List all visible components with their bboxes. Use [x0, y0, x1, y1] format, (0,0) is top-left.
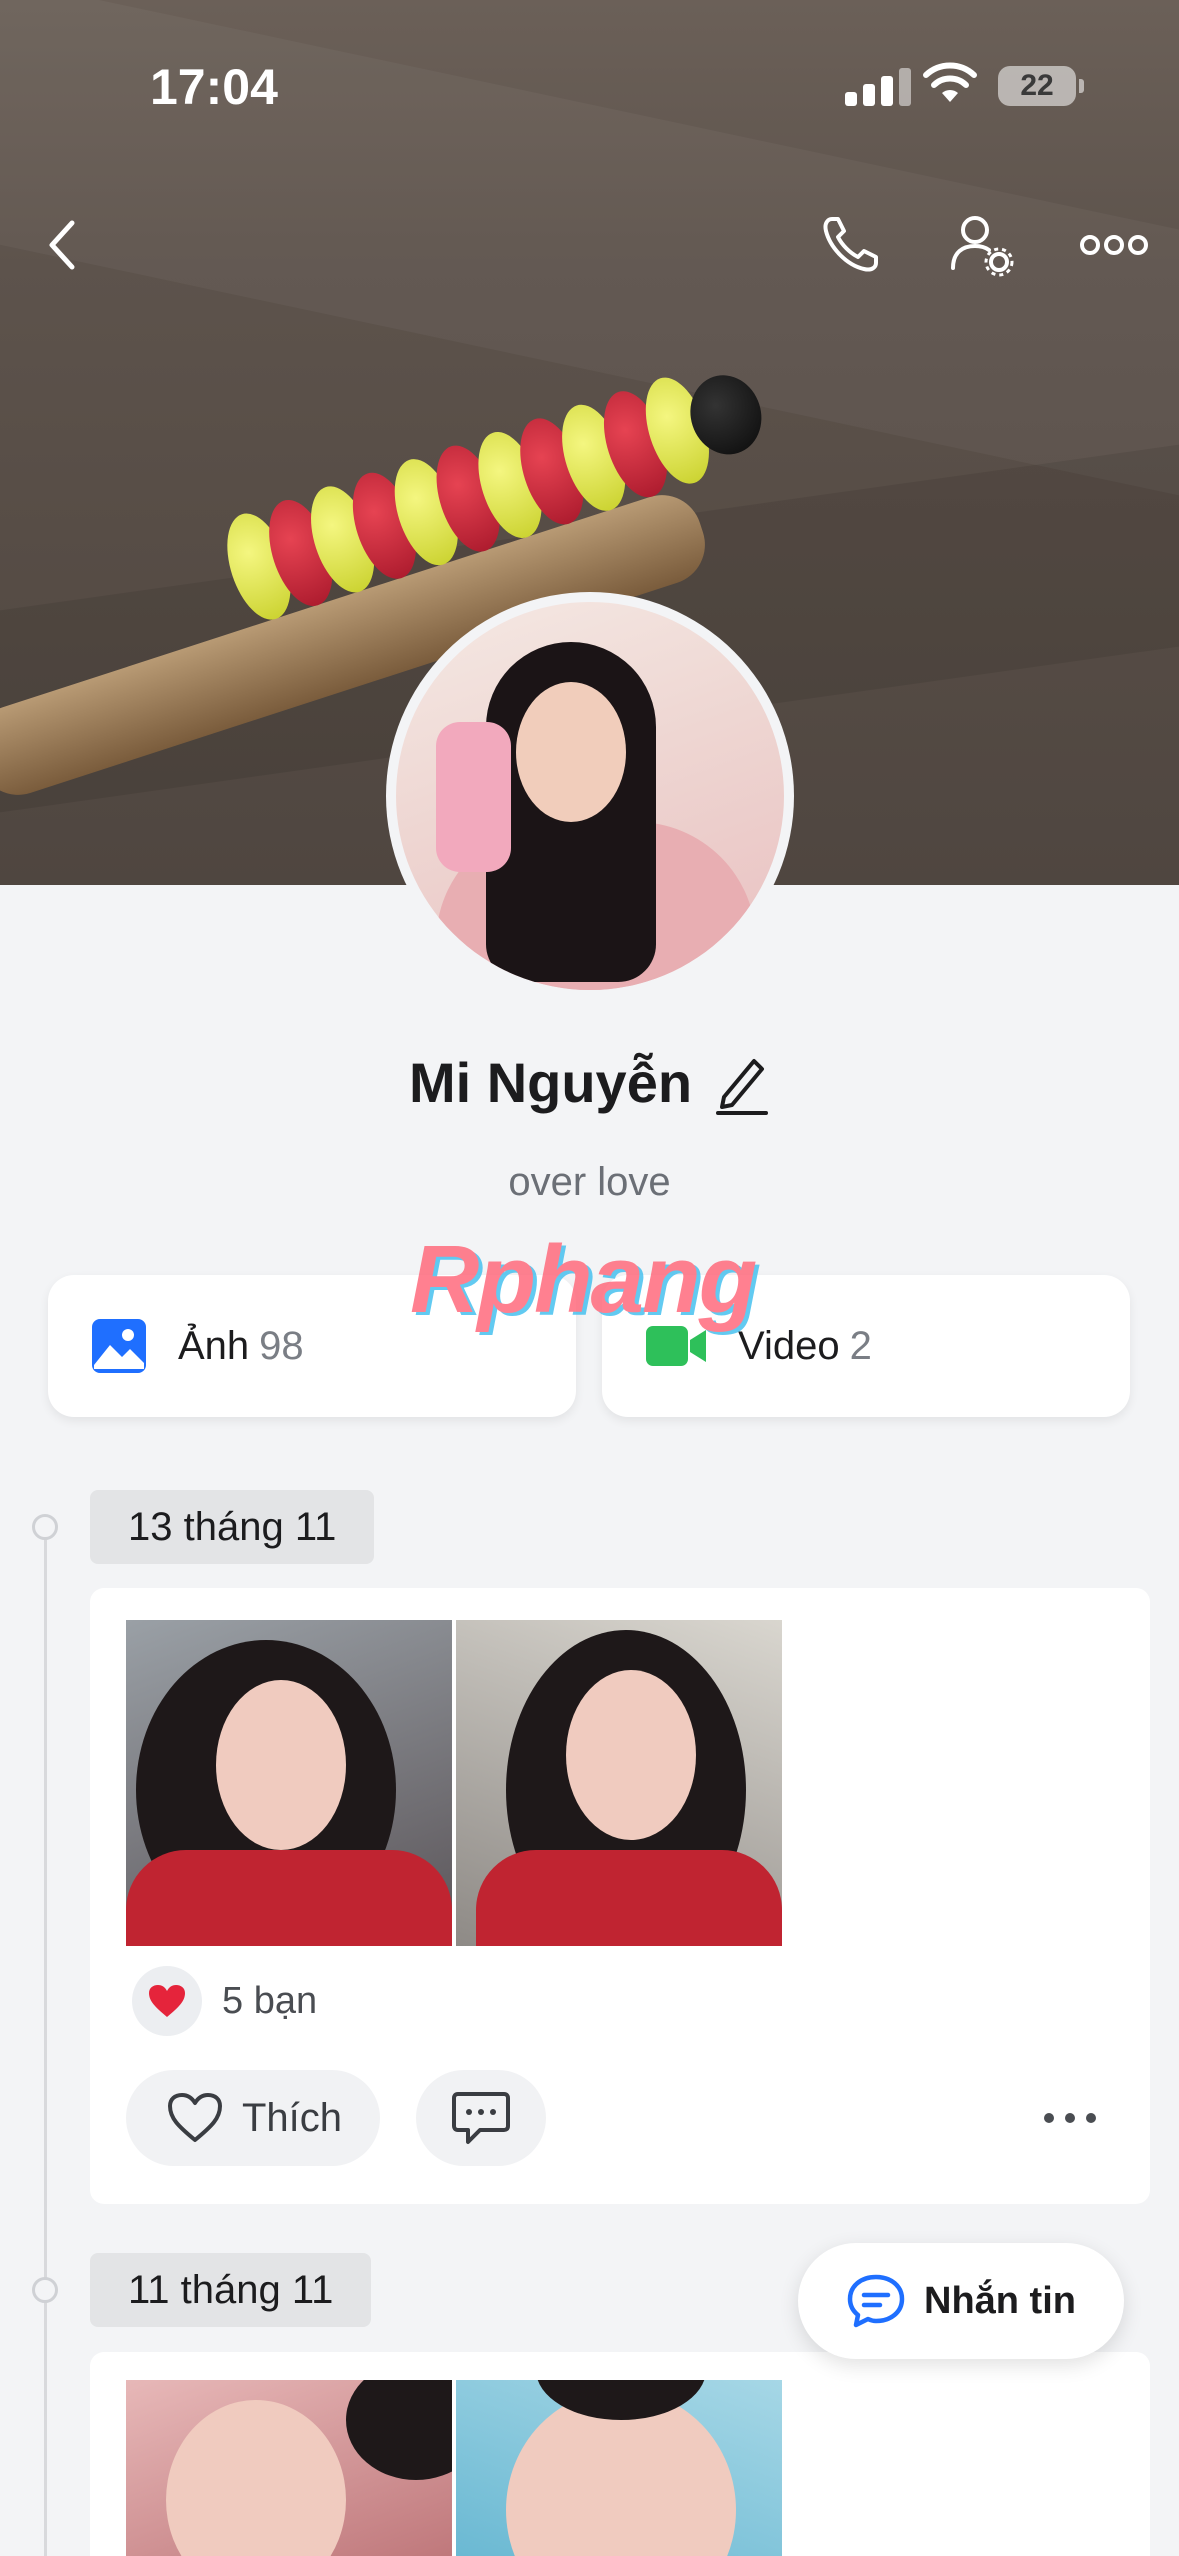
user-settings-icon [951, 216, 1014, 277]
timeline-dot [32, 1514, 58, 1540]
profile-name: Mi Nguyễn [408, 1051, 693, 1114]
avatar[interactable] [386, 592, 794, 1000]
back-button[interactable] [22, 205, 102, 285]
comment-icon [452, 2092, 510, 2144]
post-more-button[interactable] [1030, 2088, 1110, 2148]
timeline-line [44, 1530, 47, 2556]
comment-button[interactable] [416, 2070, 546, 2166]
ellipsis-icon [1044, 2113, 1096, 2123]
photos-count: 98 [259, 1323, 304, 1368]
heart-outline-icon [168, 2093, 222, 2142]
chevron-left-icon [49, 220, 75, 270]
post-photo[interactable] [456, 2380, 782, 2556]
like-label: Thích [242, 2095, 343, 2140]
post-photo[interactable] [126, 1620, 452, 1946]
more-options-button[interactable] [1074, 205, 1154, 285]
post-photo[interactable] [126, 2380, 452, 2556]
post-date-chip: 13 tháng 11 [90, 1490, 375, 1564]
reaction-count: 5 bạn [222, 1979, 318, 2022]
ellipsis-icon [1080, 235, 1148, 255]
phone-icon [823, 217, 878, 272]
battery-indicator: 22 [998, 66, 1084, 106]
timeline-post [90, 2352, 1150, 2556]
like-button[interactable]: Thích [126, 2070, 381, 2166]
profile-status: over love [508, 1160, 671, 1204]
post-date-chip: 11 tháng 11 [90, 2253, 372, 2327]
pencil-icon[interactable] [714, 1051, 770, 1115]
profile-settings-button[interactable] [942, 205, 1022, 285]
image-icon [92, 1319, 146, 1373]
cellular-signal-icon [845, 68, 911, 106]
timeline-dot [32, 2277, 58, 2303]
reaction-summary[interactable]: 5 bạn [132, 1966, 317, 2036]
chat-bubble-icon [847, 2274, 905, 2328]
watermark-logo: Rphang [410, 1226, 757, 1333]
videos-count: 2 [849, 1323, 872, 1368]
message-label: Nhắn tin [924, 2279, 1076, 2322]
profile-name-row: Mi Nguyễn [0, 1050, 1179, 1115]
timeline-post: 5 bạn Thích [90, 1588, 1150, 2204]
post-photo[interactable] [456, 1620, 782, 1946]
wifi-icon [923, 62, 977, 102]
avatar-photo [396, 602, 784, 990]
heart-icon [132, 1966, 202, 2036]
status-time: 17:04 [150, 59, 278, 115]
call-button[interactable] [810, 205, 890, 285]
status-bar: 17:04 22 [0, 0, 1179, 170]
photos-label: Ảnh [178, 1323, 250, 1368]
message-button[interactable]: Nhắn tin [798, 2243, 1124, 2359]
